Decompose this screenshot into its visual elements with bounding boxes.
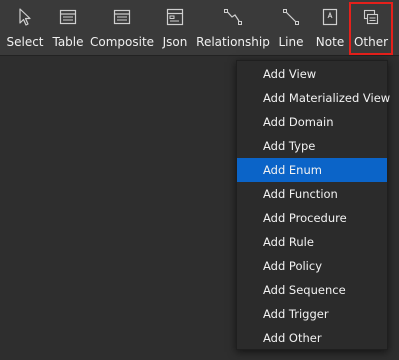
- relationship-icon: [223, 7, 243, 27]
- note-tool-label: Note: [315, 35, 345, 49]
- menu-item-add-type[interactable]: Add Type: [237, 134, 387, 158]
- toolbar: Select Table Composite Json Relationship…: [0, 0, 399, 56]
- line-tool-label: Line: [278, 35, 304, 49]
- relationship-tool-label: Relationship: [196, 35, 270, 49]
- cursor-icon: [15, 7, 35, 27]
- menu-item-add-other[interactable]: Add Other: [237, 326, 387, 350]
- line-icon: [281, 7, 301, 27]
- table-tool-button[interactable]: Table: [50, 3, 86, 53]
- menu-item-add-function[interactable]: Add Function: [237, 182, 387, 206]
- composite-tool-label: Composite: [90, 35, 155, 49]
- composite-icon: [112, 7, 132, 27]
- menu-item-add-view[interactable]: Add View: [237, 62, 387, 86]
- composite-tool-button[interactable]: Composite: [90, 3, 154, 53]
- other-tool-button[interactable]: Other: [349, 2, 393, 55]
- menu-item-add-rule[interactable]: Add Rule: [237, 230, 387, 254]
- table-icon: [58, 7, 78, 27]
- json-icon: [165, 7, 185, 27]
- select-tool-label: Select: [6, 35, 44, 49]
- other-dropdown-menu: Add View Add Materialized View Add Domai…: [236, 60, 390, 350]
- menu-item-add-procedure[interactable]: Add Procedure: [237, 206, 387, 230]
- other-tool-label: Other: [353, 35, 389, 49]
- menu-item-add-enum[interactable]: Add Enum: [237, 158, 387, 182]
- menu-item-add-sequence[interactable]: Add Sequence: [237, 278, 387, 302]
- select-tool-button[interactable]: Select: [4, 3, 46, 53]
- menu-item-add-materialized-view[interactable]: Add Materialized View: [237, 86, 390, 110]
- line-tool-button[interactable]: Line: [274, 3, 308, 53]
- json-tool-button[interactable]: Json: [158, 3, 192, 53]
- menu-item-add-policy[interactable]: Add Policy: [237, 254, 387, 278]
- relationship-tool-button[interactable]: Relationship: [196, 3, 270, 53]
- menu-item-add-trigger[interactable]: Add Trigger: [237, 302, 387, 326]
- note-icon: [320, 7, 340, 27]
- other-icon: [361, 7, 381, 27]
- json-tool-label: Json: [162, 35, 188, 49]
- note-tool-button[interactable]: Note: [312, 3, 348, 53]
- menu-item-add-domain[interactable]: Add Domain: [237, 110, 387, 134]
- table-tool-label: Table: [52, 35, 84, 49]
